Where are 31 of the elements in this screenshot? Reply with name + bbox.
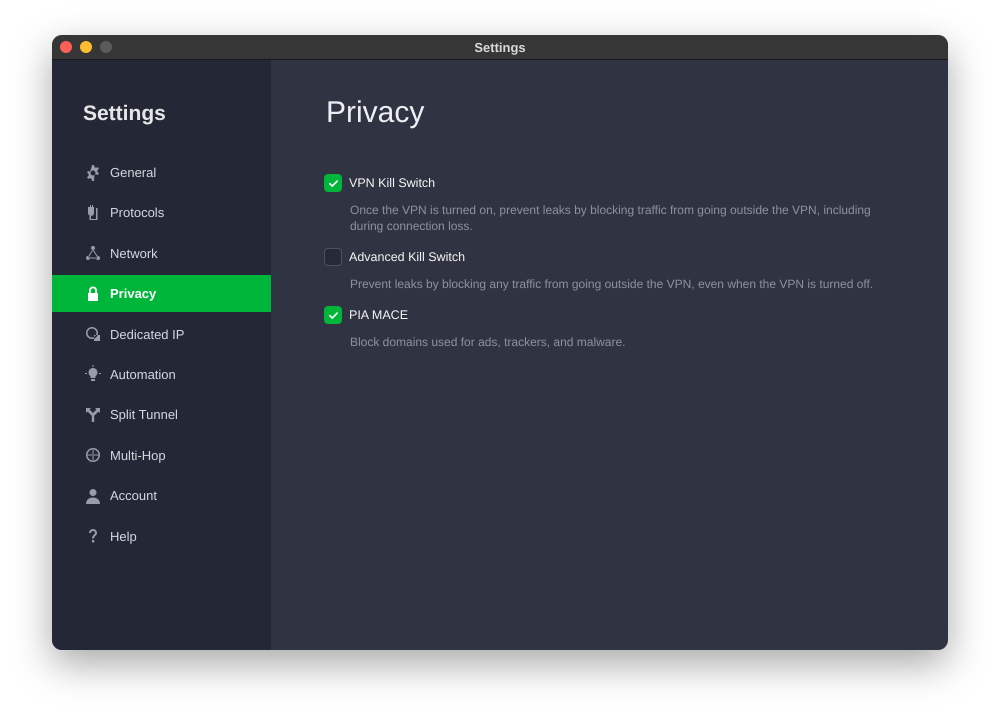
gear-icon bbox=[84, 164, 102, 182]
sidebar-item[interactable]: Automation bbox=[52, 356, 271, 393]
option-label: VPN Kill Switch bbox=[349, 176, 436, 190]
sidebar-item[interactable]: Network bbox=[52, 234, 271, 272]
sidebar-item[interactable]: Protocols bbox=[52, 194, 271, 232]
checkmark-icon bbox=[328, 310, 338, 320]
globe-icon bbox=[84, 446, 102, 464]
window-title: Settings bbox=[474, 40, 526, 54]
checkmark-icon bbox=[328, 178, 338, 188]
option-label: PIA MACE bbox=[349, 308, 408, 322]
sidebar-title: Settings bbox=[82, 102, 167, 126]
minimize-button[interactable] bbox=[80, 41, 92, 53]
checkbox[interactable] bbox=[324, 174, 342, 192]
checkbox[interactable] bbox=[324, 248, 342, 266]
sidebar-item[interactable]: Help bbox=[52, 518, 271, 555]
option-description: Block domains used for ads, trackers, and malware. bbox=[350, 334, 626, 350]
network-icon bbox=[84, 244, 102, 262]
lightbulb-icon bbox=[84, 365, 102, 384]
sidebar-item[interactable]: Split Tunnel bbox=[52, 396, 271, 434]
sidebar-item[interactable]: Account bbox=[52, 477, 271, 514]
split-arrows-icon bbox=[84, 406, 102, 424]
page-title: Privacy bbox=[326, 96, 426, 130]
person-icon bbox=[84, 486, 102, 505]
sidebar-item[interactable]: General bbox=[52, 154, 271, 191]
option-description: Prevent leaks by blocking any traffic from going outside the VPN, even when the VPN is turned off. bbox=[350, 276, 874, 292]
option-label: Advanced Kill Switch bbox=[349, 250, 466, 264]
checkbox[interactable] bbox=[324, 306, 342, 324]
close-button[interactable] bbox=[60, 41, 72, 53]
sidebar-item[interactable]: Multi-Hop bbox=[52, 436, 271, 474]
option-description: Once the VPN is turned on, prevent leaks by blocking traffic from going outside the VPN, including during connection loss. bbox=[350, 202, 872, 234]
sidebar-item[interactable]: Dedicated IP bbox=[52, 316, 271, 353]
